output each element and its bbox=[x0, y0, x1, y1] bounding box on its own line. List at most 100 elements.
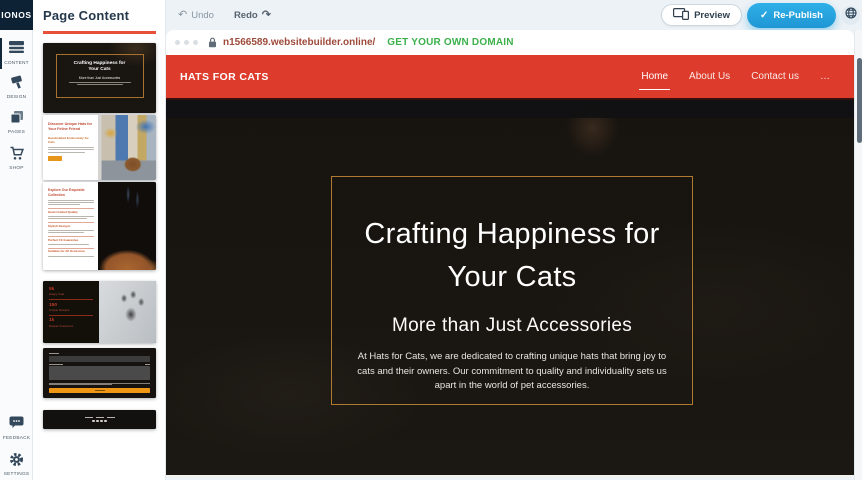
panel-title: Page Content bbox=[43, 8, 129, 23]
preview-scrollbar-thumb[interactable] bbox=[857, 58, 862, 143]
nav-item-contact[interactable]: Contact us bbox=[751, 71, 799, 82]
hero-title-line1: Crafting Happiness for bbox=[364, 218, 659, 250]
undo-label: Undo bbox=[191, 10, 214, 21]
stat-label: Unique Designs bbox=[49, 309, 93, 313]
sidebar-item-label: DESIGN bbox=[0, 95, 33, 100]
get-domain-link[interactable]: GET YOUR OWN DOMAIN bbox=[387, 37, 513, 48]
devices-icon bbox=[673, 8, 689, 23]
section-thumbnail-hero[interactable]: Crafting Happiness for Your Cats More th… bbox=[43, 43, 156, 113]
sidebar-item-label: SETTINGS bbox=[0, 472, 33, 477]
lock-icon bbox=[208, 37, 217, 48]
thumb-collection-text-column: Explore Our Exquisite Collection Hand Cr… bbox=[43, 182, 98, 270]
thumb-text-bar bbox=[48, 202, 94, 203]
sidebar-item-label: SHOP bbox=[0, 166, 33, 171]
nav-more-menu[interactable]: … bbox=[820, 71, 830, 82]
thumb-divider bbox=[49, 299, 93, 300]
globe-icon bbox=[845, 6, 857, 24]
hero-section[interactable]: Crafting Happiness for Your Cats More th… bbox=[166, 98, 854, 477]
stat-label: Happy Cats bbox=[49, 293, 93, 297]
hero-title[interactable]: Crafting Happiness for Your Cats bbox=[332, 213, 692, 299]
site-logo[interactable]: HATS FOR CATS bbox=[180, 71, 269, 83]
thumb-text-bar bbox=[48, 256, 94, 257]
thumb-form-fineprint-bar bbox=[49, 384, 112, 385]
panel-title-underline bbox=[43, 31, 156, 34]
thumb-form-label-bar bbox=[49, 364, 63, 365]
undo-redo-group: ↶ Undo Redo ↷ bbox=[178, 10, 271, 21]
thumb-dog-poster-photo bbox=[98, 115, 156, 180]
nav-item-about[interactable]: About Us bbox=[689, 71, 730, 82]
site-header[interactable]: HATS FOR CATS Home About Us Contact us … bbox=[166, 55, 854, 98]
thumb-discover-text-column: Discover Unique Hats for Your Feline Fri… bbox=[43, 115, 98, 180]
thumb-divider bbox=[48, 248, 94, 249]
thumb-paw-print-photo bbox=[99, 281, 156, 343]
thumb-orange-cat-photo bbox=[98, 182, 156, 270]
thumb-collection-item: Stylish Designs bbox=[48, 225, 94, 229]
stat-value: 1k bbox=[49, 318, 93, 323]
thumb-text-bar bbox=[48, 204, 80, 205]
window-control-dots bbox=[175, 40, 198, 45]
hero-subtitle[interactable]: More than Just Accessories bbox=[332, 315, 692, 337]
thumb-hero-title-line1: Crafting Happiness for bbox=[74, 61, 126, 66]
thumb-collection-item: Hand Crafted Quality bbox=[48, 211, 94, 215]
thumb-divider bbox=[48, 208, 94, 209]
icon-rail: IONOS CONTENT DESIGN PAGES SHOP bbox=[0, 0, 33, 480]
thumb-text-bar bbox=[48, 230, 94, 231]
republish-label: Re-Publish bbox=[773, 10, 823, 21]
page-content-panel: Page Content Crafting Happiness for Your… bbox=[33, 0, 166, 480]
hero-body-text[interactable]: At Hats for Cats, we are dedicated to cr… bbox=[352, 350, 672, 394]
sidebar-item-settings[interactable]: SETTINGS bbox=[0, 452, 33, 477]
thumb-stats-column: 5k Happy Cats 150 Unique Designs 1k Repe… bbox=[43, 281, 99, 343]
republish-button[interactable]: ✓ Re-Publish bbox=[747, 3, 836, 28]
thumb-text-bar bbox=[77, 84, 123, 85]
site-url[interactable]: n1566589.websitebuilder.online/ bbox=[223, 37, 375, 48]
thumb-discover-subheading: Handcrafted Exclusively for Cats bbox=[48, 136, 94, 144]
sidebar-item-design[interactable]: DESIGN bbox=[0, 75, 33, 100]
thumb-divider bbox=[49, 315, 93, 316]
thumb-text-bar bbox=[48, 152, 85, 153]
preview-scrollbar-track[interactable] bbox=[854, 30, 862, 480]
thumb-form-label-bar bbox=[49, 353, 59, 354]
thumb-text-bar bbox=[48, 200, 94, 201]
thumb-hero-subtitle: More than Just Accessories bbox=[57, 76, 143, 80]
ionos-logo[interactable]: IONOS bbox=[0, 0, 33, 30]
undo-button[interactable]: ↶ Undo bbox=[178, 10, 214, 21]
sidebar-item-pages[interactable]: PAGES bbox=[0, 110, 33, 135]
feedback-bubble-icon bbox=[9, 416, 24, 433]
preview-label: Preview bbox=[694, 10, 730, 21]
thumb-divider bbox=[48, 222, 94, 223]
site-nav: Home About Us Contact us … bbox=[641, 71, 830, 82]
thumb-form-input bbox=[49, 356, 150, 362]
redo-label: Redo bbox=[234, 10, 258, 21]
preview-button[interactable]: Preview bbox=[661, 4, 742, 26]
sidebar-item-content[interactable]: CONTENT bbox=[0, 41, 33, 66]
thumb-divider bbox=[48, 236, 94, 237]
thumb-text-bar bbox=[48, 147, 94, 148]
check-icon: ✓ bbox=[760, 10, 768, 21]
site-preview-frame: n1566589.websitebuilder.online/ GET YOUR… bbox=[166, 30, 854, 477]
shopping-cart-icon bbox=[9, 146, 25, 163]
language-globe-button[interactable] bbox=[841, 6, 860, 25]
thumb-footer-social-dots bbox=[92, 420, 106, 422]
section-thumbnail-contact-form[interactable] bbox=[43, 348, 156, 398]
section-thumbnail-stats[interactable]: 5k Happy Cats 150 Unique Designs 1k Repe… bbox=[43, 281, 156, 343]
section-thumbnail-footer[interactable] bbox=[43, 410, 156, 429]
thumb-form-counter-bar bbox=[145, 364, 150, 365]
sidebar-item-feedback[interactable]: FEEDBACK bbox=[0, 416, 33, 441]
redo-button[interactable]: Redo ↷ bbox=[234, 10, 271, 21]
gear-icon bbox=[9, 452, 24, 469]
thumb-cta-button bbox=[48, 156, 62, 161]
thumb-text-bar bbox=[48, 232, 84, 233]
sidebar-item-shop[interactable]: SHOP bbox=[0, 146, 33, 171]
undo-arrow-icon: ↶ bbox=[178, 10, 187, 20]
stat-label: Repeat Customers bbox=[49, 325, 93, 329]
nav-item-home[interactable]: Home bbox=[641, 71, 668, 82]
section-thumbnail-collection[interactable]: Explore Our Exquisite Collection Hand Cr… bbox=[43, 182, 156, 270]
redo-arrow-icon: ↷ bbox=[262, 10, 271, 20]
hero-framed-box: Crafting Happiness for Your Cats More th… bbox=[331, 176, 693, 405]
thumb-hero-framed-box: Crafting Happiness for Your Cats More th… bbox=[56, 54, 144, 98]
section-thumbnail-discover[interactable]: Discover Unique Hats for Your Feline Fri… bbox=[43, 115, 156, 180]
thumb-form-textarea bbox=[49, 366, 150, 380]
thumb-form-submit-button bbox=[49, 388, 150, 393]
thumb-collection-item: Perfect Fit Guarantee bbox=[48, 239, 94, 243]
pages-icon bbox=[10, 110, 24, 127]
